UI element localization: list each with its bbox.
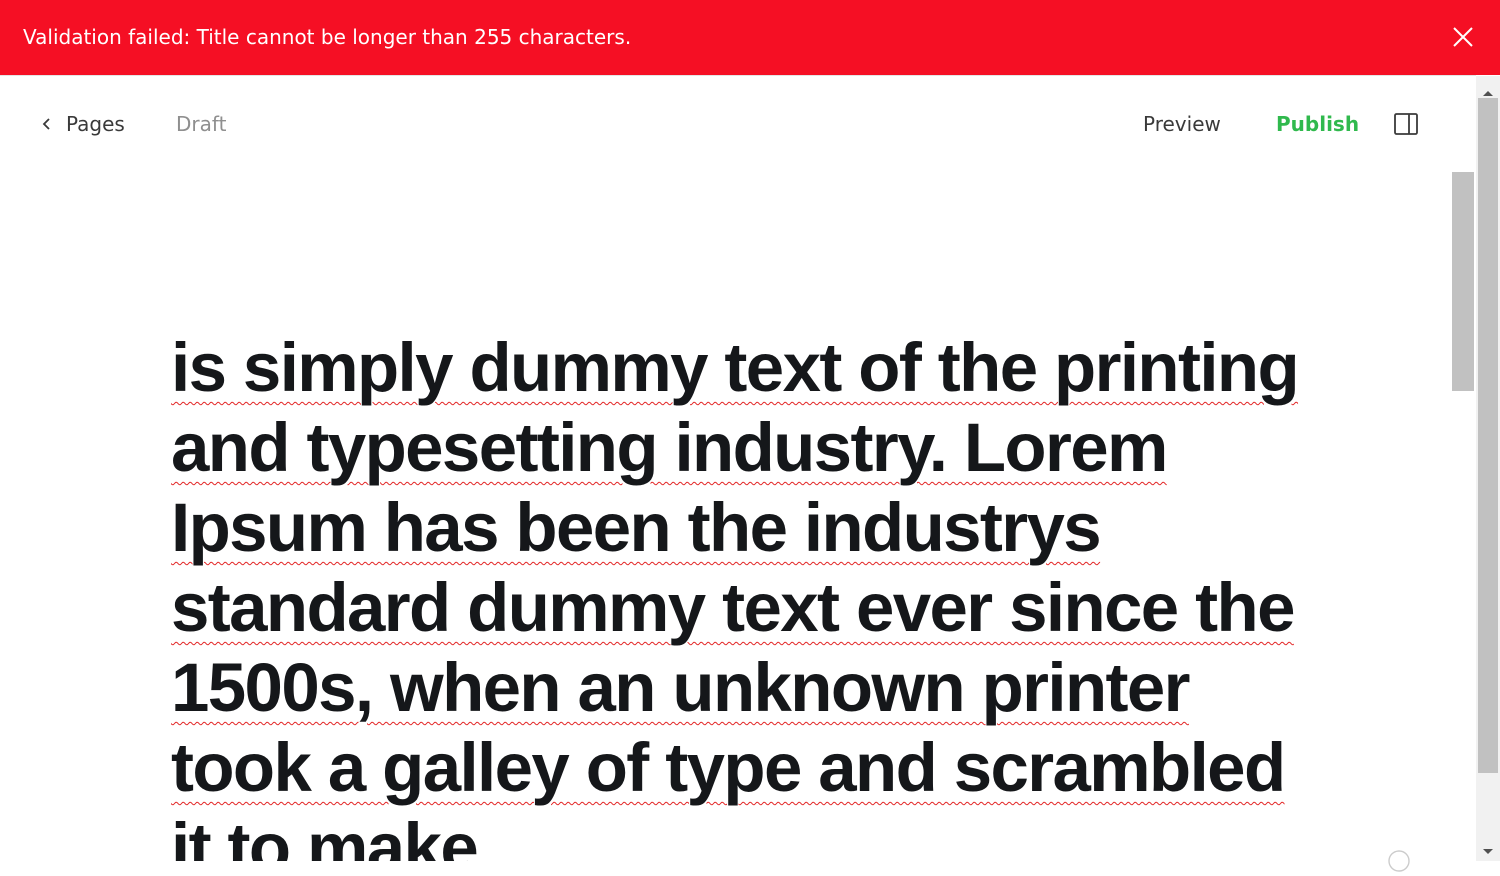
back-to-pages-link[interactable]: Pages (40, 110, 125, 138)
error-message: Validation failed: Title cannot be longe… (23, 25, 632, 49)
scroll-up-arrow-icon[interactable] (1481, 83, 1495, 96)
error-banner: Validation failed: Title cannot be longe… (0, 0, 1500, 75)
back-label: Pages (66, 112, 125, 136)
page-scrollbar-thumb[interactable] (1478, 98, 1498, 773)
chevron-left-icon (42, 118, 50, 130)
scroll-down-arrow-icon[interactable] (1481, 842, 1495, 854)
help-icon[interactable] (1388, 850, 1410, 872)
sidebar-toggle-icon[interactable] (1394, 113, 1418, 135)
editor-canvas: is simply dummy text of the printing and… (0, 166, 1450, 861)
editor-scrollbar-thumb[interactable] (1452, 172, 1474, 391)
post-title-input[interactable]: is simply dummy text of the printing and… (171, 328, 1301, 861)
close-icon[interactable] (1451, 25, 1475, 49)
publish-button[interactable]: Publish (1276, 110, 1359, 138)
editor-header: Pages Draft Preview Publish (0, 76, 1450, 166)
status-label: Draft (176, 112, 227, 136)
preview-button[interactable]: Preview (1143, 110, 1221, 138)
